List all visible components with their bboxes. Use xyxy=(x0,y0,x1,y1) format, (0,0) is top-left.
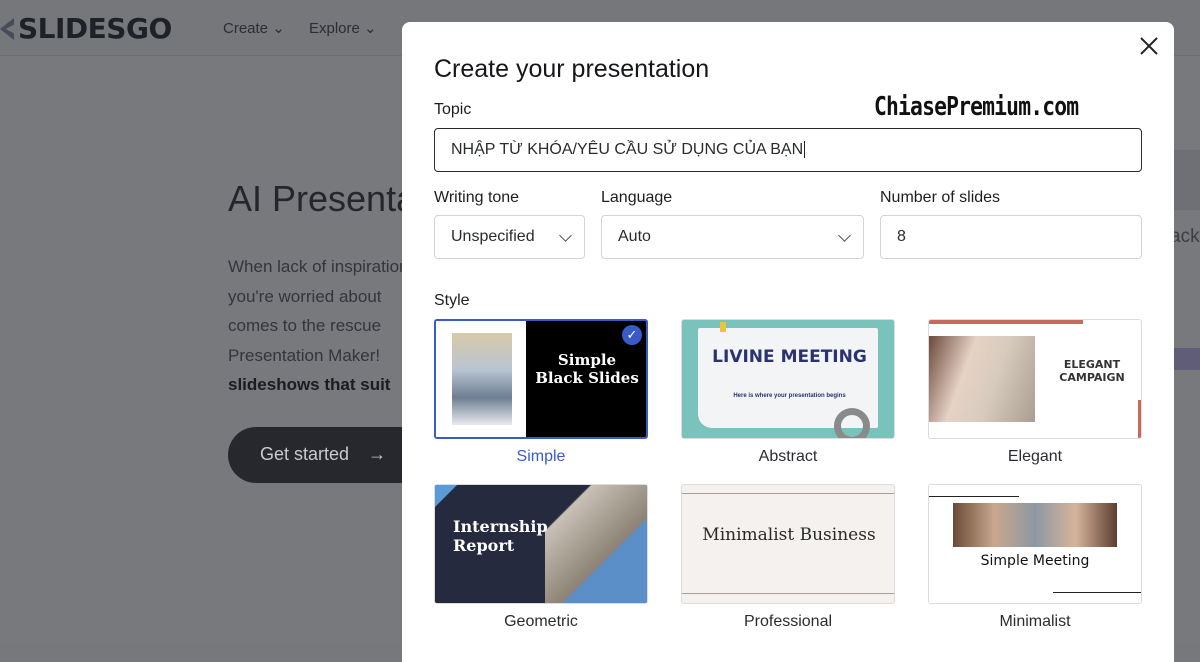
background-decoration xyxy=(1174,150,1200,210)
create-presentation-modal: Create your presentation ChiasePremium.c… xyxy=(402,22,1174,662)
slides-label: Number of slides xyxy=(880,189,1001,206)
watermark: ChiasePremium.com xyxy=(874,92,1079,122)
language-select[interactable]: Auto xyxy=(601,215,864,259)
thumb-title: Minimalist Business xyxy=(702,525,876,545)
style-card-elegant[interactable]: ELEGANT CAMPAIGN xyxy=(928,319,1142,439)
text-cursor xyxy=(804,141,806,158)
writing-tone-label: Writing tone xyxy=(434,189,520,206)
topic-label: Topic xyxy=(434,101,472,118)
style-caption: Elegant xyxy=(1007,448,1063,465)
style-caption: Simple xyxy=(516,448,566,465)
style-caption: Geometric xyxy=(504,613,578,630)
thumb-photo xyxy=(929,336,1035,422)
thumb-accent xyxy=(435,485,457,507)
nav-explore-label: Explore xyxy=(309,20,360,37)
thumb-title: LIVINE MEETING xyxy=(712,347,867,367)
thumb-accent xyxy=(929,320,1083,324)
thumb-subtitle: Here is where your presentation begins xyxy=(733,393,846,399)
hero-line: you're worried about xyxy=(228,286,382,306)
style-caption: Professional xyxy=(743,613,833,630)
topic-input[interactable]: NHẬP TỪ KHÓA/YÊU CẦU SỬ DỤNG CỦA BẠN xyxy=(434,128,1142,172)
logo-text: SLIDESGO xyxy=(18,12,172,45)
hero-line-bold: slideshows that suit xyxy=(228,375,391,394)
chevron-down-icon xyxy=(838,229,851,242)
check-icon: ✓ xyxy=(622,325,642,345)
arrow-right-icon: → xyxy=(368,444,387,464)
thumb-photo xyxy=(545,485,647,603)
nav-create-label: Create xyxy=(223,20,269,37)
thumb-line xyxy=(1053,592,1141,593)
nav-explore[interactable]: Explore ⌄ xyxy=(309,19,377,37)
thumb-line xyxy=(682,593,894,594)
style-caption: Abstract xyxy=(758,448,818,465)
background-bar xyxy=(1174,348,1200,370)
thumb-photo-area xyxy=(436,321,526,437)
background-text: ack xyxy=(1170,226,1200,247)
hero-line: Presentation Maker! xyxy=(228,345,381,365)
thumb-title: Internship Report xyxy=(453,517,548,555)
thumb-accent xyxy=(1138,400,1141,438)
thumb-title: Simple Black Slides xyxy=(535,351,639,387)
thumb-line xyxy=(929,496,1019,497)
style-card-simple[interactable]: Simple Black Slides ✓ xyxy=(434,319,648,439)
style-caption: Minimalist xyxy=(999,613,1071,630)
hero-line: When lack of inspiration or time xyxy=(228,257,428,276)
writing-tone-select[interactable]: Unspecified xyxy=(434,215,585,259)
style-card-professional[interactable]: Minimalist Business xyxy=(681,484,895,604)
chevron-down-icon xyxy=(559,229,572,242)
thumb-photo xyxy=(953,503,1117,547)
get-started-label: Get started xyxy=(260,444,350,464)
slidesgo-logo[interactable]: SLIDESGO xyxy=(0,12,172,45)
close-icon[interactable] xyxy=(1138,35,1160,57)
thumb-arc xyxy=(834,408,870,438)
hero-line: comes to the rescue xyxy=(228,316,382,335)
thumb-accent xyxy=(720,322,726,332)
thumb-title: Simple Meeting xyxy=(980,553,1090,569)
get-started-button[interactable]: Get started → xyxy=(228,427,428,483)
writing-tone-value: Unspecified xyxy=(451,228,535,245)
logo-icon xyxy=(0,18,14,40)
language-value: Auto xyxy=(618,228,651,245)
slides-value: 8 xyxy=(897,228,906,245)
nav-create[interactable]: Create ⌄ xyxy=(223,19,285,37)
topic-value: NHẬP TỪ KHÓA/YÊU CẦU SỬ DỤNG CỦA BẠN xyxy=(451,141,804,158)
hero-description: When lack of inspiration or time you're … xyxy=(228,252,428,400)
slides-input[interactable]: 8 xyxy=(880,215,1142,259)
thumb-photo xyxy=(452,333,512,425)
thumb-line xyxy=(682,493,894,494)
style-card-geometric[interactable]: Internship Report xyxy=(434,484,648,604)
style-card-abstract[interactable]: LIVINE MEETING Here is where your presen… xyxy=(681,319,895,439)
modal-title: Create your presentation xyxy=(434,55,710,83)
thumb-title: ELEGANT CAMPAIGN xyxy=(1059,358,1125,384)
style-label: Style xyxy=(434,292,470,309)
style-card-minimalist[interactable]: Simple Meeting xyxy=(928,484,1142,604)
language-label: Language xyxy=(601,189,673,206)
